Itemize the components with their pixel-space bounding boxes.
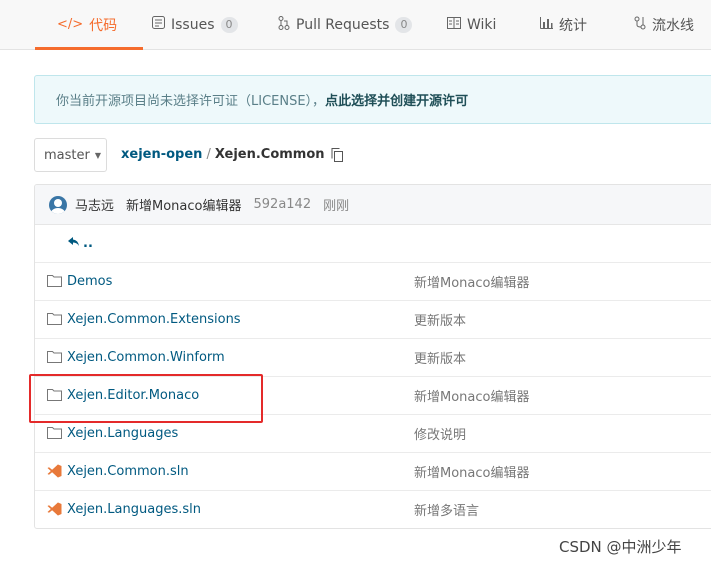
folder-icon [47, 350, 63, 364]
folder-icon [47, 274, 63, 288]
file-commit-message[interactable]: 修改说明 [414, 424, 466, 443]
file-name[interactable]: Xejen.Common.Extensions [67, 312, 241, 327]
file-commit-message[interactable]: 新增Monaco编辑器 [414, 462, 529, 481]
tab-code[interactable]: </> 代码 [34, 0, 144, 50]
breadcrumb-repo[interactable]: Xejen.Common [215, 147, 325, 162]
code-icon: </> [57, 17, 84, 32]
wiki-icon [447, 16, 461, 33]
file-name[interactable]: Xejen.Common.sln [67, 464, 189, 479]
highlight-annotation [29, 374, 263, 423]
parent-directory-row[interactable]: .. [35, 225, 711, 263]
commit-time: 刚刚 [323, 199, 350, 214]
tab-pipeline[interactable]: 流水线 [634, 0, 694, 49]
commit-author[interactable]: 马志远 [75, 195, 114, 214]
license-banner: 你当前开源项目尚未选择许可证（LICENSE）， 点此选择并创建开源许可 [34, 75, 711, 124]
branch-label: master [44, 147, 90, 163]
commit-sha[interactable]: 592a142 [254, 197, 312, 212]
file-name[interactable]: Xejen.Languages [67, 426, 178, 441]
breadcrumb-separator: / [206, 147, 211, 162]
caret-down-icon: ▼ [94, 150, 101, 160]
breadcrumb-owner[interactable]: xejen-open [121, 147, 202, 162]
create-license-link[interactable]: 点此选择并创建开源许可 [325, 90, 468, 109]
tab-issues-label: Issues [171, 16, 215, 33]
avatar[interactable] [49, 195, 67, 214]
folder-icon [47, 312, 63, 326]
file-commit-message[interactable]: 更新版本 [414, 310, 466, 329]
issues-icon [152, 16, 165, 33]
pipeline-icon [634, 16, 646, 34]
latest-commit-bar: 马志远 新增Monaco编辑器 592a142 刚刚 [35, 185, 711, 225]
tab-pull-requests[interactable]: Pull Requests 0 [278, 0, 413, 49]
file-commit-message[interactable]: 新增Monaco编辑器 [414, 272, 529, 291]
watermark: CSDN @中洲少年 [559, 538, 682, 556]
tab-pull-requests-label: Pull Requests [296, 16, 390, 33]
tab-stats-label: 统计 [559, 17, 587, 34]
breadcrumb: xejen-open / Xejen.Common [121, 147, 343, 162]
back-arrow-icon [68, 236, 80, 251]
table-row[interactable]: Xejen.Common.Winform 更新版本 [35, 339, 711, 377]
stats-icon [540, 16, 553, 33]
branch-selector[interactable]: master ▼ [34, 138, 107, 172]
tab-code-label: 代码 [89, 17, 118, 34]
file-commit-message[interactable]: 新增多语言 [414, 500, 479, 519]
folder-icon [47, 426, 63, 440]
visual-studio-icon [47, 464, 63, 478]
table-row[interactable]: Xejen.Common.Extensions 更新版本 [35, 301, 711, 339]
tab-issues[interactable]: Issues 0 [152, 0, 238, 49]
table-row[interactable]: Xejen.Common.sln 新增Monaco编辑器 [35, 453, 711, 491]
table-row[interactable]: Demos 新增Monaco编辑器 [35, 263, 711, 301]
pull-requests-count-badge: 0 [395, 16, 413, 33]
file-name[interactable]: Xejen.Languages.sln [67, 502, 201, 517]
file-commit-message[interactable]: 更新版本 [414, 348, 466, 367]
tab-stats[interactable]: 统计 [540, 0, 587, 49]
file-name[interactable]: Demos [67, 274, 112, 289]
file-table: 马志远 新增Monaco编辑器 592a142 刚刚 .. Demos 新增Mo… [34, 184, 711, 529]
visual-studio-icon [47, 502, 63, 516]
tab-wiki[interactable]: Wiki [447, 0, 496, 49]
file-commit-message[interactable]: 新增Monaco编辑器 [414, 386, 529, 405]
copy-icon[interactable] [331, 147, 343, 162]
repo-tab-bar: </> 代码 Issues 0 Pull Requests 0 Wiki 统计 … [0, 0, 711, 50]
issues-count-badge: 0 [220, 16, 238, 33]
file-name[interactable]: Xejen.Common.Winform [67, 350, 225, 365]
pull-request-icon [278, 15, 290, 34]
commit-message[interactable]: 新增Monaco编辑器 [126, 195, 241, 214]
tab-pipeline-label: 流水线 [652, 17, 694, 34]
table-row[interactable]: Xejen.Languages.sln 新增多语言 [35, 491, 711, 528]
license-banner-text: 你当前开源项目尚未选择许可证（LICENSE）， [56, 94, 326, 109]
tab-wiki-label: Wiki [467, 16, 497, 33]
parent-directory-link[interactable]: .. [83, 236, 93, 251]
